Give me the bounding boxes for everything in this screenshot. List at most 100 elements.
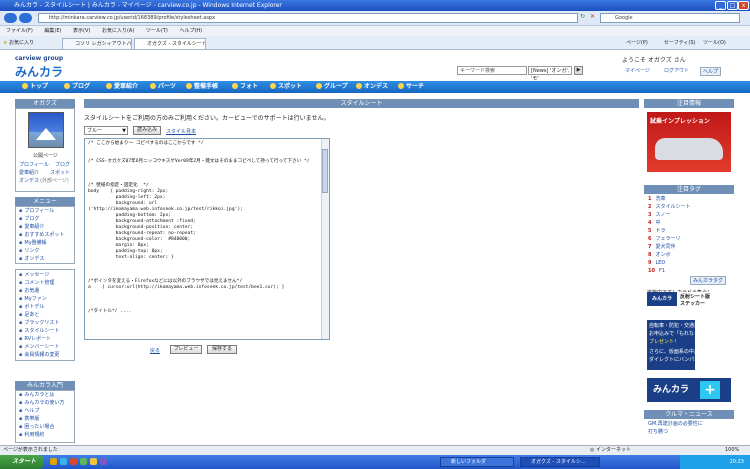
search-go-button[interactable]: ▶ bbox=[574, 66, 583, 75]
menu-item[interactable]: メッセージ bbox=[19, 271, 49, 279]
tag-item[interactable]: 5 ドラ bbox=[648, 227, 666, 235]
sticker-ad[interactable]: みんカラ 反射シート版 ステッカー 自転車・防犯・交通運動 お申込みで「もれなく… bbox=[647, 292, 731, 372]
browser-search-input[interactable]: Google bbox=[600, 13, 740, 23]
css-editor-text[interactable]: /* ここから始まり～ コピペするのはここからです */ /* CSS-オガクズ… bbox=[85, 139, 329, 317]
menu-tools[interactable]: ツール(T) bbox=[146, 28, 168, 34]
nav-spot[interactable]: スポット bbox=[270, 82, 302, 92]
nav-blog[interactable]: ブログ bbox=[64, 82, 90, 92]
tag-item[interactable]: 7 愛犬同伴 bbox=[648, 243, 676, 251]
taskbar-browser[interactable]: オガクズ - スタイルシ... bbox=[520, 457, 600, 467]
tags-more-link[interactable]: みんカラタグ bbox=[690, 276, 727, 285]
nav-parts[interactable]: パーツ bbox=[150, 82, 176, 92]
menu-item[interactable]: プロフィール bbox=[19, 207, 54, 215]
style-sample-link[interactable]: スタイル見本 bbox=[166, 128, 196, 135]
menu-item[interactable]: ブラックリスト bbox=[19, 319, 59, 327]
menu-item[interactable]: 会員情報の変更 bbox=[19, 351, 59, 359]
avatar[interactable] bbox=[28, 112, 64, 148]
menu-help[interactable]: ヘルプ(H) bbox=[179, 28, 202, 34]
menu-item[interactable]: Myファン bbox=[19, 295, 46, 303]
menu-favorites[interactable]: お気に入り(A) bbox=[102, 28, 134, 34]
tag-item[interactable]: 2 スタイルシート bbox=[648, 203, 691, 211]
style-select[interactable]: ブルー ▼ bbox=[84, 126, 128, 135]
taskbar-folder[interactable]: 新しいフォルダ bbox=[440, 457, 514, 467]
refresh-icon[interactable]: ↻ bbox=[580, 13, 588, 23]
tools-menu[interactable]: ツール(O) bbox=[703, 39, 726, 46]
back-icon[interactable] bbox=[4, 13, 17, 23]
site-search-input[interactable]: キーワード検索 bbox=[457, 66, 527, 75]
nav-ondes[interactable]: オンデス bbox=[356, 82, 388, 92]
tag-item[interactable]: 4中 bbox=[648, 219, 661, 227]
mypage-link[interactable]: マイページ bbox=[625, 67, 650, 74]
back-link[interactable]: 戻る bbox=[150, 347, 160, 354]
menu-item[interactable]: RVレポート bbox=[19, 335, 51, 343]
tag-item[interactable]: 8 オンボ bbox=[648, 251, 671, 259]
menu-view[interactable]: 表示(V) bbox=[73, 28, 90, 34]
public-profile-link[interactable]: プロフィール bbox=[19, 161, 49, 168]
logout-link[interactable]: ログアウト bbox=[664, 67, 689, 74]
menu-file[interactable]: ファイル(F) bbox=[6, 28, 33, 34]
menu-item[interactable]: 愛車紹介 bbox=[19, 223, 44, 231]
nav-car[interactable]: 愛車紹介 bbox=[106, 82, 138, 92]
nav-group[interactable]: グループ bbox=[316, 82, 348, 92]
help-button[interactable]: ヘルプ bbox=[700, 67, 722, 76]
menu-item[interactable]: おすすめスポット bbox=[19, 231, 64, 239]
menu-item[interactable]: My整備帳 bbox=[19, 239, 46, 247]
carview-logo[interactable]: carview group bbox=[15, 55, 63, 62]
intro-item[interactable]: 困ったい場合 bbox=[19, 423, 54, 431]
menu-item[interactable]: オンデス bbox=[19, 255, 44, 263]
nav-maintenance[interactable]: 整備手帳 bbox=[186, 82, 218, 92]
public-car-link[interactable]: 愛車紹介 bbox=[19, 169, 39, 176]
intro-item[interactable]: 携帯版 bbox=[19, 415, 39, 423]
tag-item[interactable]: 10 F1 bbox=[648, 267, 665, 275]
test-drive-ad[interactable]: 試乗インプレッション bbox=[647, 112, 731, 172]
tag-item[interactable]: 9 LED bbox=[648, 259, 665, 267]
news-item[interactable]: GM,再建計画の必要性に bbox=[648, 420, 703, 428]
intro-item[interactable]: ヘルプ bbox=[19, 407, 39, 415]
quicklaunch-icon[interactable] bbox=[90, 458, 97, 465]
menu-item[interactable]: コメント管理 bbox=[19, 279, 54, 287]
page-menu[interactable]: ページ(P) bbox=[626, 39, 648, 46]
public-ondes-link[interactable]: オンデス bbox=[19, 177, 39, 184]
public-spot-link[interactable]: スポット bbox=[50, 169, 70, 176]
tag-item[interactable]: 3 スノー bbox=[648, 211, 671, 219]
menu-item[interactable]: メンバーシート bbox=[19, 343, 59, 351]
menu-item[interactable]: ブログ bbox=[19, 215, 39, 223]
tag-item[interactable]: 6 フェラーリ bbox=[648, 235, 681, 243]
load-button[interactable]: 読み込み bbox=[133, 126, 161, 135]
quicklaunch-icon[interactable] bbox=[60, 458, 67, 465]
intro-item[interactable]: みんカラとは bbox=[19, 391, 54, 399]
close-button[interactable]: x bbox=[738, 1, 749, 10]
quicklaunch-icon[interactable] bbox=[70, 458, 77, 465]
save-button[interactable]: 保存する bbox=[207, 345, 237, 354]
minimize-button[interactable]: _ bbox=[715, 1, 726, 10]
nav-top[interactable]: トップ bbox=[22, 82, 48, 92]
preview-button[interactable]: プレビュー bbox=[170, 345, 202, 354]
tab-2[interactable]: オガクズ - スタイルシート... bbox=[134, 38, 206, 49]
nav-search[interactable]: サーチ bbox=[398, 82, 424, 92]
menu-item[interactable]: ボトデル bbox=[19, 303, 44, 311]
menu-item[interactable]: お気遣 bbox=[19, 287, 39, 295]
site-search-scope[interactable]: [News] 'オンガ', 'モ' bbox=[528, 66, 572, 82]
public-blog-link[interactable]: ブログ bbox=[55, 161, 70, 168]
tag-item[interactable]: 1 洗車 bbox=[648, 195, 666, 203]
editor-scroll-thumb[interactable] bbox=[322, 149, 328, 193]
address-input[interactable]: http://minkara.carview.co.jp/userid/1683… bbox=[38, 13, 578, 23]
quicklaunch-icon[interactable] bbox=[100, 458, 107, 465]
forward-icon[interactable] bbox=[19, 13, 32, 23]
menu-edit[interactable]: 編集(E) bbox=[44, 28, 61, 34]
intro-item[interactable]: みんカラの使い方 bbox=[19, 399, 64, 407]
quicklaunch-icon[interactable] bbox=[50, 458, 57, 465]
stop-icon[interactable]: ✕ bbox=[590, 13, 598, 23]
maximize-button[interactable]: □ bbox=[727, 1, 738, 10]
start-button[interactable]: スタート bbox=[0, 455, 44, 469]
menu-item-active[interactable]: スタイルシート bbox=[19, 327, 59, 335]
quicklaunch-icon[interactable] bbox=[80, 458, 87, 465]
nav-photo[interactable]: フォト bbox=[232, 82, 258, 92]
favorites-button[interactable]: ★ お気に入り bbox=[3, 39, 34, 46]
minkara-logo[interactable]: みんカラ bbox=[15, 63, 63, 80]
safety-menu[interactable]: セーフティ(S) bbox=[664, 39, 695, 46]
menu-item[interactable]: リンク bbox=[19, 247, 39, 255]
menu-item[interactable]: 足あと bbox=[19, 311, 39, 319]
zoom-level[interactable]: 100% bbox=[725, 446, 739, 455]
tab-1[interactable]: コソリ レガシィアウトバック bbox=[62, 38, 132, 49]
